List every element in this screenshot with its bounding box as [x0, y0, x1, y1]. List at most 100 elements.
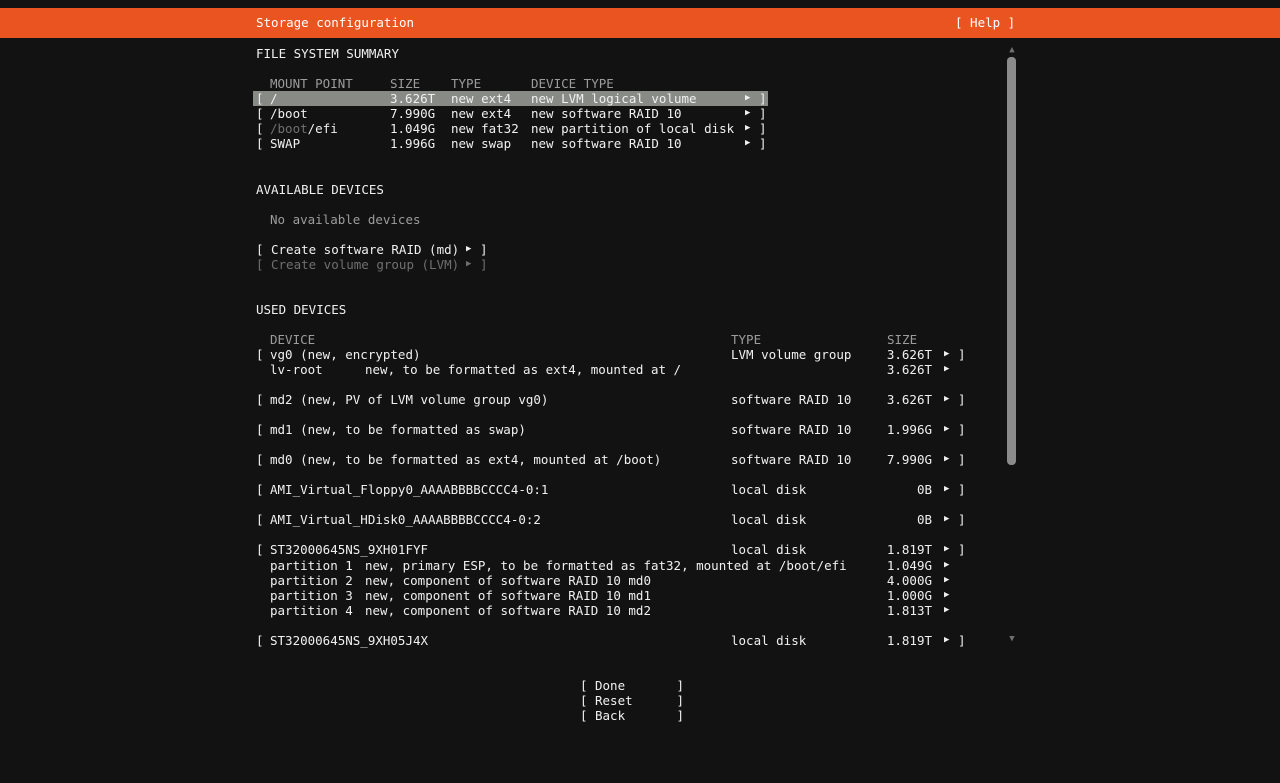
bracket: ]	[958, 482, 966, 497]
used-device-row-md1[interactable]: [ md1 (new, to be formatted as swap) sof…	[0, 422, 1280, 437]
device-size: 7.990G	[858, 452, 932, 467]
col-header-device: DEVICE	[270, 332, 315, 347]
bracket: ]	[958, 392, 966, 407]
submenu-arrow-icon: ▶	[944, 588, 949, 603]
fs-summary-row-swap[interactable]: [ SWAP 1.996G new swap new software RAID…	[0, 136, 1280, 151]
col-header-size: SIZE	[887, 332, 917, 347]
no-available-devices-line: No available devices	[0, 212, 1280, 227]
used-device-row-virtual-floppy[interactable]: [ AMI_Virtual_Floppy0_AAAABBBBCCCC4-0:1 …	[0, 482, 1280, 497]
submenu-arrow-icon: ▶	[745, 91, 750, 106]
used-device-row-virtual-hdisk[interactable]: [ AMI_Virtual_HDisk0_AAAABBBBCCCC4-0:2 l…	[0, 512, 1280, 527]
submenu-arrow-icon: ▶	[944, 362, 949, 377]
bracket: ]	[958, 422, 966, 437]
col-header-type: TYPE	[451, 76, 481, 91]
bracket: [	[256, 542, 264, 557]
used-device-row-md2[interactable]: [ md2 (new, PV of LVM volume group vg0) …	[0, 392, 1280, 407]
create-lvm-label: Create volume group (LVM)	[271, 257, 459, 272]
scroll-up-icon[interactable]: ▲	[1004, 44, 1020, 56]
size: 1.996G	[390, 136, 435, 151]
section-heading: FILE SYSTEM SUMMARY	[256, 46, 399, 61]
col-header-size: SIZE	[390, 76, 420, 91]
device-size: 3.626T	[858, 347, 932, 362]
bracket: [	[256, 91, 264, 106]
create-raid-button[interactable]: [ Create software RAID (md) ▶ ]	[0, 242, 1280, 257]
bracket: [	[256, 422, 264, 437]
submenu-arrow-icon: ▶	[745, 136, 750, 151]
submenu-arrow-icon: ▶	[944, 422, 949, 437]
partition-name: partition 3	[270, 588, 353, 603]
bracket: [	[256, 136, 264, 151]
bracket: ]	[759, 91, 767, 106]
partition-row-1[interactable]: partition 1 new, primary ESP, to be form…	[0, 558, 1280, 573]
mount-point: /boot	[270, 106, 308, 121]
footer-back-line: [ Back ]	[0, 693, 1280, 708]
page-title: Storage configuration	[256, 8, 414, 38]
used-device-row-disk2[interactable]: [ ST32000645NS_9XH05J4X local disk 1.819…	[0, 633, 1280, 648]
section-heading: AVAILABLE DEVICES	[256, 182, 384, 197]
used-devices-header-row: DEVICE TYPE SIZE	[0, 332, 1280, 347]
bracket: [	[256, 482, 264, 497]
used-device-row-md0[interactable]: [ md0 (new, to be formatted as ext4, mou…	[0, 452, 1280, 467]
bracket: ]	[958, 633, 966, 648]
footer-reset-line: [ Reset ]	[0, 678, 1280, 693]
bracket: ]	[958, 542, 966, 557]
fs-type: new ext4	[451, 106, 511, 121]
bracket: ]	[958, 512, 966, 527]
device-name: md1 (new, to be formatted as swap)	[270, 422, 526, 437]
device-name: ST32000645NS_9XH05J4X	[270, 633, 428, 648]
device-name: lv-root	[270, 362, 323, 377]
fs-type: new fat32	[451, 121, 519, 136]
size: 7.990G	[390, 106, 435, 121]
device-name: md0 (new, to be formatted as ext4, mount…	[270, 452, 661, 467]
create-lvm-button-disabled: [ Create volume group (LVM) ▶ ]	[0, 257, 1280, 272]
used-device-row-lv-root[interactable]: lv-root new, to be formatted as ext4, mo…	[0, 362, 1280, 377]
partition-row-3[interactable]: partition 3 new, component of software R…	[0, 588, 1280, 603]
back-button[interactable]: [ Back ]	[580, 708, 684, 723]
bracket: [	[256, 347, 264, 362]
fs-summary-row-boot-efi[interactable]: [ /boot/efi 1.049G new fat32 new partiti…	[0, 121, 1280, 136]
scroll-down-icon[interactable]: ▼	[1004, 633, 1020, 645]
bracket: [	[256, 512, 264, 527]
help-button[interactable]: [ Help ]	[955, 8, 1015, 38]
device-type: new LVM logical volume	[531, 91, 697, 106]
scrollbar-thumb[interactable]	[1007, 57, 1016, 465]
used-device-row-vg0[interactable]: [ vg0 (new, encrypted) LVM volume group …	[0, 347, 1280, 362]
bracket: ]	[759, 121, 767, 136]
device-type: local disk	[731, 633, 806, 648]
fs-summary-row-root[interactable]: [ / 3.626T new ext4 new LVM logical volu…	[0, 91, 1280, 106]
device-description: new, to be formatted as ext4, mounted at…	[365, 362, 681, 377]
device-size: 0B	[858, 512, 932, 527]
submenu-arrow-icon: ▶	[944, 392, 949, 407]
device-name: AMI_Virtual_HDisk0_AAAABBBBCCCC4-0:2	[270, 512, 541, 527]
device-name: AMI_Virtual_Floppy0_AAAABBBBCCCC4-0:1	[270, 482, 548, 497]
device-size: 3.626T	[858, 362, 932, 377]
title-bar: Storage configuration [ Help ]	[0, 8, 1280, 38]
bracket: [	[256, 257, 264, 272]
bracket: [	[256, 452, 264, 467]
submenu-arrow-icon: ▶	[745, 121, 750, 136]
empty-message: No available devices	[270, 212, 421, 227]
available-devices-heading-line: AVAILABLE DEVICES	[0, 182, 1280, 197]
device-type: local disk	[731, 512, 806, 527]
fs-summary-row-boot[interactable]: [ /boot 7.990G new ext4 new software RAI…	[0, 106, 1280, 121]
submenu-arrow-icon: ▶	[944, 542, 949, 557]
partition-name: partition 4	[270, 603, 353, 618]
bracket: [	[256, 392, 264, 407]
partition-description: new, component of software RAID 10 md0	[365, 573, 651, 588]
submenu-arrow-icon: ▶	[944, 347, 949, 362]
partition-description: new, component of software RAID 10 md2	[365, 603, 651, 618]
device-type: local disk	[731, 482, 806, 497]
bracket: ]	[958, 347, 966, 362]
mount-point: SWAP	[270, 136, 300, 151]
used-device-row-disk1[interactable]: [ ST32000645NS_9XH01FYF local disk 1.819…	[0, 542, 1280, 557]
partition-row-2[interactable]: partition 2 new, component of software R…	[0, 573, 1280, 588]
bracket: ]	[958, 452, 966, 467]
bracket: [	[256, 242, 264, 257]
col-header-type: TYPE	[731, 332, 761, 347]
bracket: ]	[759, 136, 767, 151]
submenu-arrow-icon: ▶	[944, 633, 949, 648]
submenu-arrow-icon: ▶	[944, 573, 949, 588]
mount-point-leaf: /efi	[308, 121, 338, 136]
partition-size: 1.813T	[858, 603, 932, 618]
partition-row-4[interactable]: partition 4 new, component of software R…	[0, 603, 1280, 618]
